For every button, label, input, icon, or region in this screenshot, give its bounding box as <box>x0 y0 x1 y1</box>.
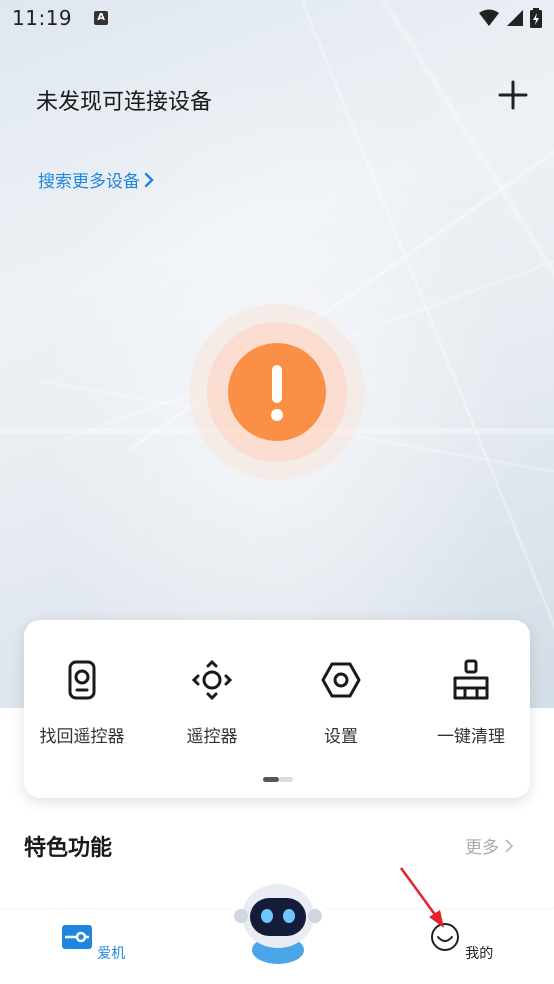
settings-hexagon-icon <box>321 662 361 698</box>
page-indicator <box>263 777 293 782</box>
quick-action-remote[interactable]: 遥控器 <box>149 658 275 747</box>
nav-label: 爱机 <box>97 946 126 962</box>
robot-mascot-icon[interactable] <box>228 868 328 968</box>
notification-a-icon: A <box>94 11 109 25</box>
find-remote-icon <box>68 660 96 700</box>
nav-label: 我的 <box>465 946 494 962</box>
wifi-icon <box>479 9 499 26</box>
quick-action-find-remote[interactable]: 找回遥控器 <box>19 658 145 747</box>
quick-actions-card: 找回遥控器 遥控器 设置 一键清理 <box>24 620 530 798</box>
signal-icon <box>507 10 523 26</box>
remote-control-icon <box>191 659 233 701</box>
page-title: 未发现可连接设备 <box>36 90 213 115</box>
battery-charging-icon <box>530 8 542 28</box>
chevron-right-icon <box>144 172 154 187</box>
quick-action-label: 一键清理 <box>437 727 505 747</box>
annotation-arrow <box>399 867 444 928</box>
search-more-devices-link[interactable]: 搜索更多设备 <box>38 167 154 192</box>
nav-item-device[interactable]: 爱机 <box>53 922 133 963</box>
device-icon <box>61 925 92 949</box>
features-more-link[interactable]: 更多 <box>465 833 513 858</box>
exclamation-icon <box>271 365 283 421</box>
plus-icon[interactable] <box>496 78 530 112</box>
no-device-status-indicator <box>189 304 365 480</box>
status-time: 11:19 <box>12 6 73 30</box>
quick-action-clean[interactable]: 一键清理 <box>408 658 534 747</box>
quick-action-label: 找回遥控器 <box>39 727 125 747</box>
quick-action-label: 设置 <box>324 727 358 747</box>
features-title: 特色功能 <box>24 836 113 861</box>
more-label: 更多 <box>465 838 499 858</box>
search-more-label: 搜索更多设备 <box>38 172 140 192</box>
broom-clean-icon <box>453 659 489 700</box>
status-bar: 11:19 A <box>0 0 554 36</box>
chevron-right-icon <box>505 838 513 853</box>
quick-action-settings[interactable]: 设置 <box>278 658 404 747</box>
quick-action-label: 遥控器 <box>186 727 238 747</box>
